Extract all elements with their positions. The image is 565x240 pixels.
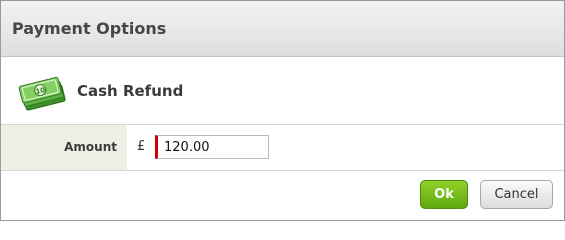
amount-input[interactable] [155, 135, 269, 159]
amount-label-cell: Amount [1, 125, 127, 170]
cash-money-icon: 10 [17, 73, 69, 113]
amount-label: Amount [64, 140, 117, 154]
amount-row: Amount £ [1, 125, 564, 171]
currency-symbol: £ [137, 139, 146, 154]
cancel-button[interactable]: Cancel [480, 180, 553, 209]
payment-method-label: Cash Refund [77, 82, 184, 100]
dialog-title: Payment Options [12, 19, 167, 38]
payment-options-dialog: Payment Options 10 Cash Refund Amount £ … [0, 0, 565, 221]
ok-button[interactable]: Ok [420, 180, 468, 209]
payment-method-section: 10 Cash Refund [1, 57, 564, 125]
dialog-header: Payment Options [1, 1, 564, 57]
